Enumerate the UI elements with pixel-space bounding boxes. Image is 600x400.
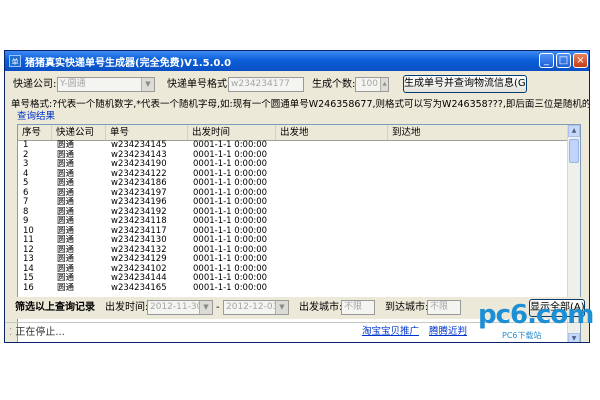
time-label: 出发时间: [105, 302, 149, 313]
company-select[interactable]: Y-圆通 ▼ [57, 77, 155, 92]
minimize-button[interactable]: _ [539, 53, 554, 68]
company-label: 快递公司: [13, 79, 57, 90]
cell-time: 0001-1-1 0:00:00 [193, 282, 268, 293]
format-hint: 单号格式:?代表一个随机数字,*代表一个随机字母,如:现有一个圆通单号W2463… [11, 99, 589, 110]
table-row[interactable]: 8 圆通 w234234192 0001-1-1 0:00:00 [18, 207, 569, 218]
col-header-time[interactable]: 出发时间 [188, 125, 276, 140]
cell-number: w234234165 [111, 282, 167, 293]
table-row[interactable]: 10 圆通 w234234117 0001-1-1 0:00:00 [18, 226, 569, 237]
from-city-label: 出发城市: [299, 302, 343, 313]
secondary-link[interactable]: 腾腾近判 [429, 326, 467, 338]
watermark-text: pc6.com [478, 300, 594, 330]
taobao-promo-link[interactable]: 淘宝宝贝推广 [362, 326, 419, 338]
col-header-destination[interactable]: 到达地 [388, 125, 569, 140]
date-dash: - [216, 302, 220, 313]
chevron-down-icon[interactable]: ▼ [141, 78, 154, 91]
table-row[interactable]: 7 圆通 w234234196 0001-1-1 0:00:00 [18, 197, 569, 208]
chevron-down-icon[interactable]: ▼ [199, 301, 212, 314]
table-row[interactable]: 3 圆通 w234234190 0001-1-1 0:00:00 [18, 159, 569, 170]
cell-company: 圆通 [57, 282, 75, 293]
table-row[interactable]: 16 圆通 w234234165 0001-1-1 0:00:00 [18, 282, 569, 294]
filter-title: 筛选以上查询记录 [15, 302, 95, 313]
to-city-label: 到达城市: [385, 302, 429, 313]
table-row[interactable]: 14 圆通 w234234102 0001-1-1 0:00:00 [18, 264, 569, 275]
col-header-company[interactable]: 快递公司 [52, 125, 106, 140]
to-city-input[interactable]: 不限 [427, 300, 461, 315]
table-row[interactable]: 13 圆通 w234234129 0001-1-1 0:00:00 [18, 254, 569, 265]
count-stepper[interactable]: 100 ▲ [355, 77, 389, 92]
col-header-no[interactable]: 序号 [18, 125, 52, 140]
table-row[interactable]: 12 圆通 w234234132 0001-1-1 0:00:00 [18, 245, 569, 256]
table-row[interactable]: 9 圆通 w234234118 0001-1-1 0:00:00 [18, 216, 569, 227]
count-value: 100 [360, 79, 378, 89]
scroll-up-icon[interactable]: ▲ [568, 125, 580, 137]
window-title: 猪猪真实快递单号生成器(完全免费)V1.5.0.0 [25, 58, 232, 69]
status-text: ⁚ 正在停止... [9, 327, 65, 338]
results-label: 查询结果 [17, 111, 56, 122]
date-from-value: 2012-11-30 [150, 302, 203, 312]
scroll-thumb[interactable] [569, 139, 579, 163]
cell-no: 16 [23, 282, 34, 293]
table-row[interactable]: 6 圆通 w234234197 0001-1-1 0:00:00 [18, 188, 569, 199]
table-row[interactable]: 4 圆通 w234234122 0001-1-1 0:00:00 [18, 169, 569, 180]
date-to-value: 2012-12-03 [226, 302, 279, 312]
stepper-arrows-icon[interactable]: ▲ [380, 78, 388, 91]
from-city-input[interactable]: 不限 [341, 300, 375, 315]
watermark-sub: PC6下载站 [502, 331, 542, 340]
col-header-number[interactable]: 单号 [106, 125, 188, 140]
count-label: 生成个数: [312, 79, 356, 90]
company-select-value: Y-圆通 [60, 79, 86, 89]
date-to-picker[interactable]: 2012-12-03 ▼ [223, 300, 289, 315]
table-row[interactable]: 11 圆通 w234234130 0001-1-1 0:00:00 [18, 235, 569, 246]
format-input[interactable]: w234234177 [228, 77, 304, 92]
format-label: 快递单号格式: [167, 79, 231, 90]
title-bar[interactable]: 单 猪猪真实快递单号生成器(完全免费)V1.5.0.0 _ □ × [5, 51, 589, 71]
col-header-origin[interactable]: 出发地 [276, 125, 388, 140]
table-row[interactable]: 15 圆通 w234234144 0001-1-1 0:00:00 [18, 273, 569, 284]
table-row[interactable]: 2 圆通 w234234143 0001-1-1 0:00:00 [18, 150, 569, 161]
chevron-down-icon[interactable]: ▼ [275, 301, 288, 314]
close-button[interactable]: × [573, 53, 588, 68]
app-icon: 单 [9, 55, 21, 67]
table-row[interactable]: 1 圆通 w234234145 0001-1-1 0:00:00 [18, 140, 569, 151]
date-from-picker[interactable]: 2012-11-30 ▼ [147, 300, 213, 315]
table-row[interactable]: 5 圆通 w234234186 0001-1-1 0:00:00 [18, 178, 569, 189]
watermark-logo: pc6.com PC6下载站 [472, 300, 594, 350]
generate-button[interactable]: 生成单号并查询物流信息(G) [403, 75, 527, 93]
table-header: 序号 快递公司 单号 出发时间 出发地 到达地 [18, 125, 569, 141]
maximize-button[interactable]: □ [556, 53, 571, 68]
